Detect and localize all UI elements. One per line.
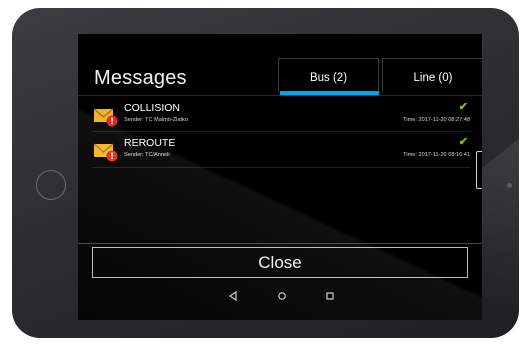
home-circle-icon[interactable] bbox=[276, 289, 288, 301]
footer-divider bbox=[78, 243, 482, 244]
message-item-collision[interactable]: COLLISION Sender: TC Malmö-Zlatko ✔ Time… bbox=[78, 100, 470, 130]
tab-bus[interactable]: Bus (2) bbox=[278, 58, 379, 92]
message-title: REROUTE bbox=[124, 137, 176, 149]
tab-bar: Bus (2) Line (0) bbox=[278, 58, 482, 95]
message-sender: Sender: TC Malmö-Zlatko bbox=[124, 117, 188, 123]
message-item-reroute[interactable]: REROUTE Sender: TC/Anneli ✔ Time: 2017-1… bbox=[78, 135, 470, 165]
page-title: Messages bbox=[94, 67, 187, 89]
message-time: Time: 2017-11-20 08:27:48 bbox=[403, 117, 470, 123]
message-sender: Sender: TC/Anneli bbox=[124, 152, 170, 158]
close-button[interactable]: Close bbox=[92, 247, 468, 278]
checkmark-icon: ✔ bbox=[458, 136, 468, 148]
app-screen: Messages Bus (2) Line (0) COLLISION Send… bbox=[78, 34, 482, 320]
recent-apps-square-icon[interactable] bbox=[324, 289, 336, 301]
back-triangle-icon[interactable] bbox=[228, 289, 238, 302]
list-divider bbox=[92, 167, 470, 168]
envelope-alert-icon bbox=[93, 142, 118, 162]
tablet-home-button[interactable] bbox=[36, 170, 66, 200]
tablet-camera bbox=[507, 183, 512, 188]
tablet-device: Messages Bus (2) Line (0) COLLISION Send… bbox=[12, 8, 521, 346]
message-time: Time: 2017-11-20 08:16:41 bbox=[403, 152, 470, 158]
envelope-alert-icon bbox=[93, 107, 118, 127]
side-drawer-handle[interactable] bbox=[476, 151, 482, 189]
list-divider bbox=[92, 131, 470, 132]
checkmark-icon: ✔ bbox=[458, 101, 468, 113]
tab-divider bbox=[78, 95, 482, 96]
tab-line[interactable]: Line (0) bbox=[382, 58, 482, 92]
message-title: COLLISION bbox=[124, 102, 181, 114]
